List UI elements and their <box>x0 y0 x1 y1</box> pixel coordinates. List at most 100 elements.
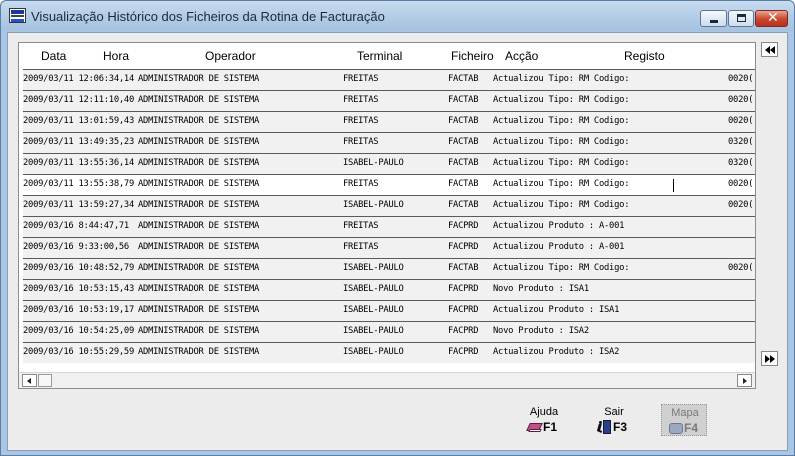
cell-terminal: ISABEL-PAULO <box>343 200 404 210</box>
cell-datetime: 2009/03/16 10:53:15,43 <box>23 284 135 294</box>
double-arrow-left-icon-part <box>770 46 775 54</box>
column-header-hora[interactable]: Hora <box>103 49 129 63</box>
table-row[interactable]: 2009/03/16 10:55:29,59 ADMINISTRADOR DE S… <box>23 342 755 363</box>
cell-terminal: ISABEL-PAULO <box>343 347 404 357</box>
minimize-button[interactable] <box>700 10 727 27</box>
maximize-icon <box>737 14 746 22</box>
table-row[interactable]: 2009/03/11 13:55:38,79 ADMINISTRADOR DE S… <box>23 174 755 195</box>
cell-accao: Actualizou Tipo: RM Codigo: <box>493 200 630 210</box>
table-row[interactable]: 2009/03/16 10:53:15,43 ADMINISTRADOR DE S… <box>23 279 755 300</box>
table-row[interactable]: 2009/03/11 13:49:35,23 ADMINISTRADOR DE S… <box>23 132 755 153</box>
cell-terminal: ISABEL-PAULO <box>343 326 404 336</box>
column-header-terminal[interactable]: Terminal <box>357 49 402 63</box>
cell-ficheiro: FACPRD <box>448 347 479 357</box>
table-row[interactable]: 2009/03/11 12:11:10,40 ADMINISTRADOR DE S… <box>23 90 755 111</box>
scroll-thumb[interactable] <box>38 374 52 387</box>
history-grid[interactable]: Data Hora Operador Terminal Ficheiro Acç… <box>18 42 756 389</box>
cell-ficheiro: FACPRD <box>448 242 479 252</box>
cell-operador: ADMINISTRADOR DE SISTEMA <box>138 200 260 210</box>
first-record-button[interactable] <box>761 42 778 57</box>
cell-accao: Actualizou Produto : ISA2 <box>493 347 620 357</box>
map-icon <box>668 421 684 435</box>
book-icon <box>526 420 543 434</box>
table-row[interactable]: 2009/03/16 8:44:47,71 ADMINISTRADOR DE SI… <box>23 216 755 237</box>
cell-operador: ADMINISTRADOR DE SISTEMA <box>138 137 260 147</box>
scroll-right-button[interactable] <box>737 374 752 387</box>
table-row[interactable]: 2009/03/16 10:53:19,17 ADMINISTRADOR DE S… <box>23 300 755 321</box>
cell-terminal: FREITAS <box>343 137 379 147</box>
grid-header: Data Hora Operador Terminal Ficheiro Acç… <box>19 43 755 67</box>
table-row[interactable]: 2009/03/16 10:48:52,79 ADMINISTRADOR DE S… <box>23 258 755 279</box>
cell-accao: Actualizou Tipo: RM Codigo: <box>493 137 630 147</box>
cell-operador: ADMINISTRADOR DE SISTEMA <box>138 347 260 357</box>
cell-datetime: 2009/03/16 9:33:00,56 <box>23 242 129 252</box>
cell-ficheiro: FACPRD <box>448 305 479 315</box>
cell-registo: 0320( <box>728 137 754 147</box>
table-row[interactable]: 2009/03/16 9:33:00,56 ADMINISTRADOR DE SI… <box>23 237 755 258</box>
cell-accao: Actualizou Produto : ISA1 <box>493 305 620 315</box>
cell-accao: Actualizou Tipo: RM Codigo: <box>493 263 630 273</box>
cell-datetime: 2009/03/11 12:06:34,14 <box>23 74 135 84</box>
column-header-registo[interactable]: Registo <box>624 49 665 63</box>
cell-operador: ADMINISTRADOR DE SISTEMA <box>138 179 260 189</box>
cell-terminal: ISABEL-PAULO <box>343 263 404 273</box>
map-button-label: Mapa <box>671 407 699 419</box>
cell-datetime: 2009/03/11 12:11:10,40 <box>23 95 135 105</box>
cell-registo: 0020( <box>728 263 754 273</box>
cell-terminal: ISABEL-PAULO <box>343 158 404 168</box>
app-icon[interactable] <box>9 8 26 23</box>
cell-operador: ADMINISTRADOR DE SISTEMA <box>138 116 260 126</box>
cell-terminal: ISABEL-PAULO <box>343 305 404 315</box>
cell-ficheiro: FACPRD <box>448 326 479 336</box>
exit-door-icon <box>596 420 613 434</box>
exit-button-key: F3 <box>613 420 628 434</box>
cell-operador: ADMINISTRADOR DE SISTEMA <box>138 305 260 315</box>
map-button-key: F4 <box>684 421 699 435</box>
map-button[interactable]: Mapa F4 <box>661 404 707 436</box>
horizontal-scrollbar[interactable] <box>19 372 755 388</box>
cell-operador: ADMINISTRADOR DE SISTEMA <box>138 95 260 105</box>
cell-ficheiro: FACTAB <box>448 74 479 84</box>
cell-operador: ADMINISTRADOR DE SISTEMA <box>138 242 260 252</box>
help-button[interactable]: Ajuda F1 <box>521 404 567 436</box>
client-area: Data Hora Operador Terminal Ficheiro Acç… <box>7 32 788 451</box>
cell-datetime: 2009/03/16 10:54:25,09 <box>23 326 135 336</box>
arrow-left-icon <box>27 378 31 384</box>
column-header-operador[interactable]: Operador <box>205 49 256 63</box>
table-row[interactable]: 2009/03/11 12:06:34,14 ADMINISTRADOR DE S… <box>23 69 755 90</box>
cell-accao: Actualizou Produto : A-001 <box>493 221 625 231</box>
app-window: Visualização Histórico dos Ficheiros da … <box>0 0 795 456</box>
cell-ficheiro: FACTAB <box>448 116 479 126</box>
exit-button[interactable]: Sair F3 <box>591 404 637 436</box>
scroll-left-button[interactable] <box>22 374 37 387</box>
cell-ficheiro: FACTAB <box>448 200 479 210</box>
column-header-data[interactable]: Data <box>41 49 66 63</box>
cell-registo: 0320( <box>728 158 754 168</box>
cell-operador: ADMINISTRADOR DE SISTEMA <box>138 326 260 336</box>
column-header-accao[interactable]: Acção <box>505 49 538 63</box>
help-button-label: Ajuda <box>529 406 559 418</box>
cell-accao: Actualizou Tipo: RM Codigo: <box>493 179 630 189</box>
table-row[interactable]: 2009/03/16 10:54:25,09 ADMINISTRADOR DE S… <box>23 321 755 342</box>
table-row[interactable]: 2009/03/11 13:59:27,34 ADMINISTRADOR DE S… <box>23 195 755 216</box>
cell-accao: Novo Produto : ISA2 <box>493 326 589 336</box>
cell-operador: ADMINISTRADOR DE SISTEMA <box>138 158 260 168</box>
cell-registo: 0020( <box>728 200 754 210</box>
cell-terminal: FREITAS <box>343 179 379 189</box>
cell-operador: ADMINISTRADOR DE SISTEMA <box>138 74 260 84</box>
cell-datetime: 2009/03/11 13:55:38,79 <box>23 179 135 189</box>
cell-terminal: ISABEL-PAULO <box>343 284 404 294</box>
close-button[interactable]: ✕ <box>755 10 788 27</box>
title-bar[interactable]: Visualização Histórico dos Ficheiros da … <box>1 1 794 31</box>
table-row[interactable]: 2009/03/11 13:55:36,14 ADMINISTRADOR DE S… <box>23 153 755 174</box>
cell-terminal: FREITAS <box>343 95 379 105</box>
double-arrow-right-icon-part <box>770 355 775 363</box>
cell-datetime: 2009/03/11 13:59:27,34 <box>23 200 135 210</box>
table-row[interactable]: 2009/03/11 13:01:59,43 ADMINISTRADOR DE S… <box>23 111 755 132</box>
last-record-button[interactable] <box>761 351 778 366</box>
cell-operador: ADMINISTRADOR DE SISTEMA <box>138 284 260 294</box>
minimize-icon <box>710 20 718 23</box>
column-header-ficheiro[interactable]: Ficheiro <box>451 49 494 63</box>
cell-datetime: 2009/03/11 13:01:59,43 <box>23 116 135 126</box>
maximize-button[interactable] <box>728 10 754 27</box>
